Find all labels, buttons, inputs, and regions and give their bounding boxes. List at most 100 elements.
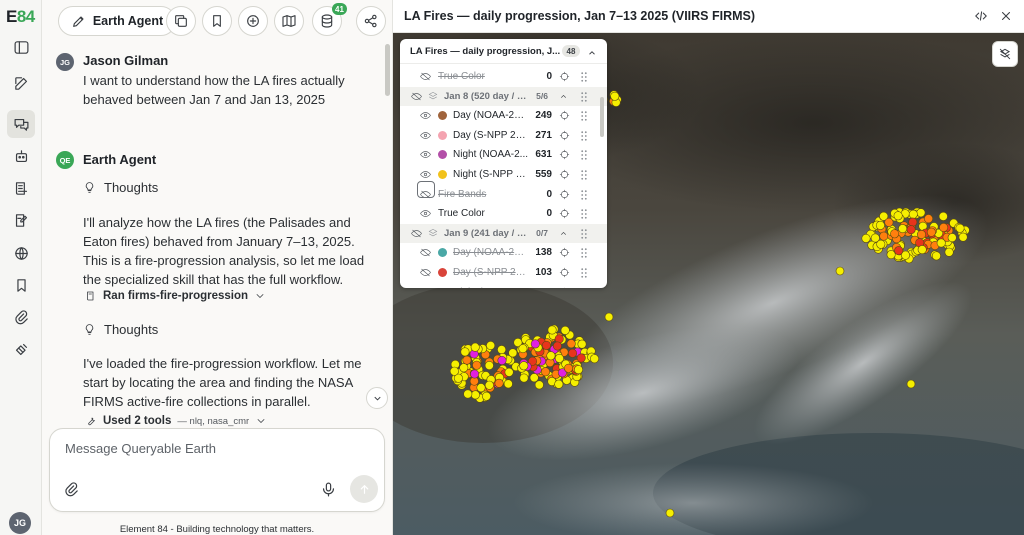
- thoughts-toggle[interactable]: Thoughts: [83, 322, 158, 337]
- zoom-to-layer-icon[interactable]: [559, 130, 570, 141]
- eye-off-icon[interactable]: [411, 229, 422, 238]
- layer-name: Day (NOAA-20 ...: [453, 247, 529, 259]
- paperclip-icon[interactable]: [9, 305, 33, 329]
- send-button[interactable]: [350, 475, 378, 503]
- eye-icon[interactable]: [420, 111, 431, 120]
- layer-feature-count: 0: [546, 208, 552, 220]
- layer-row[interactable]: Day (S-NPP 20:... 103: [400, 263, 607, 283]
- eye-icon[interactable]: [420, 150, 431, 159]
- message-input[interactable]: [65, 441, 365, 456]
- zoom-to-layer-icon[interactable]: [559, 71, 570, 82]
- tool-run-firms[interactable]: Ran firms-fire-progression: [85, 290, 266, 302]
- bookmark-icon[interactable]: [9, 273, 33, 297]
- globe-icon[interactable]: [9, 241, 33, 265]
- fire-detection-point: [955, 223, 965, 233]
- eye-off-icon[interactable]: [411, 92, 422, 101]
- agent-selector-button[interactable]: Earth Agent: [58, 6, 176, 36]
- fire-detection-point: [610, 91, 620, 101]
- drag-handle-icon[interactable]: [581, 248, 587, 259]
- eye-icon[interactable]: [420, 131, 431, 140]
- layer-row[interactable]: Night (S-NPP 10...93: [400, 283, 607, 288]
- layer-row[interactable]: True Color 0: [400, 67, 607, 87]
- copy-button[interactable]: [166, 6, 196, 36]
- microphone-icon: [322, 482, 335, 497]
- layer-panel: LA Fires — daily progression, J... 48 Tr…: [400, 39, 607, 288]
- drag-handle-icon[interactable]: [581, 91, 587, 102]
- eye-off-icon[interactable]: [420, 72, 431, 81]
- chevron-up-icon: [589, 51, 595, 55]
- chevron-down-icon: [257, 419, 265, 423]
- thoughts-toggle[interactable]: Thoughts: [83, 180, 158, 195]
- zoom-to-layer-icon[interactable]: [559, 149, 570, 160]
- fire-detection-point: [958, 232, 968, 242]
- user-avatar[interactable]: JG: [9, 512, 31, 534]
- layer-row[interactable]: Night (NOAA-2... 631: [400, 145, 607, 165]
- fire-detection-point: [870, 233, 880, 243]
- fire-detection-point: [546, 351, 556, 361]
- drag-handle-icon[interactable]: [581, 131, 587, 141]
- drag-handle-icon[interactable]: [581, 72, 587, 82]
- eye-off-icon[interactable]: [420, 248, 431, 257]
- code-view-button[interactable]: [973, 8, 989, 24]
- share-button[interactable]: [356, 6, 386, 36]
- zoom-to-layer-icon[interactable]: [559, 169, 570, 180]
- satellite-icon[interactable]: [9, 337, 33, 361]
- eye-icon[interactable]: [420, 209, 431, 218]
- arrow-up-icon: [360, 484, 368, 494]
- message-list[interactable]: JG Jason Gilman I want to understand how…: [42, 44, 382, 429]
- fire-detection-point: [484, 380, 494, 390]
- layer-row[interactable]: Day (NOAA-20 ... 138: [400, 243, 607, 263]
- map-header: LA Fires — daily progression, Jan 7–13 2…: [393, 0, 1024, 33]
- drag-handle-icon[interactable]: [581, 229, 587, 239]
- notes-icon[interactable]: [9, 208, 33, 232]
- eye-off-icon[interactable]: [420, 268, 431, 277]
- layer-row[interactable]: True Color 0: [400, 204, 607, 224]
- share-icon: [364, 14, 377, 28]
- eye-icon[interactable]: [420, 170, 431, 179]
- drag-handle-icon[interactable]: [581, 111, 587, 121]
- new-chat-button[interactable]: [238, 6, 268, 36]
- sidebar-icon[interactable]: [9, 35, 33, 59]
- zoom-to-layer-icon[interactable]: [559, 247, 570, 258]
- close-map-button[interactable]: [998, 8, 1014, 24]
- tool-used-2-tools[interactable]: Used 2 tools — nlq, nasa_cmr: [85, 415, 267, 427]
- layer-feature-count: 138: [535, 247, 552, 259]
- layer-color-swatch: [438, 268, 447, 277]
- edit-icon[interactable]: [9, 71, 33, 95]
- zoom-to-layer-icon[interactable]: [559, 208, 570, 219]
- scroll-to-bottom-button[interactable]: [366, 387, 388, 409]
- layer-group-row[interactable]: Jan 8 (520 day / 1... 5/6: [400, 86, 607, 107]
- map-tools-button[interactable]: [992, 41, 1018, 67]
- drag-handle-icon[interactable]: [581, 170, 587, 180]
- zoom-to-layer-icon[interactable]: [559, 110, 570, 121]
- list-icon[interactable]: [9, 176, 33, 200]
- chevron-up-icon[interactable]: [559, 229, 568, 238]
- layer-panel-header[interactable]: LA Fires — daily progression, J... 48: [400, 39, 607, 64]
- zoom-to-layer-icon[interactable]: [559, 287, 570, 288]
- layer-row[interactable]: Day (NOAA-20 ... 249: [400, 106, 607, 126]
- chevron-down-icon: [373, 396, 381, 401]
- microphone-button[interactable]: [320, 481, 338, 499]
- element84-logo[interactable]: E84: [6, 7, 35, 27]
- zoom-to-layer-icon[interactable]: [559, 189, 570, 200]
- agent-label: Earth Agent: [92, 14, 164, 28]
- drag-handle-icon[interactable]: [581, 189, 587, 200]
- collapse-panel-button[interactable]: [587, 45, 599, 57]
- map-button[interactable]: [274, 6, 304, 36]
- chat-scrollbar[interactable]: [385, 44, 390, 96]
- chat-icon[interactable]: [7, 110, 35, 138]
- drag-handle-icon[interactable]: [581, 209, 587, 219]
- zoom-to-layer-icon[interactable]: [559, 267, 570, 278]
- drag-handle-icon[interactable]: [581, 150, 587, 161]
- layer-group-row[interactable]: Jan 9 (241 day / 5... 0/7: [400, 223, 607, 244]
- chevron-up-icon[interactable]: [559, 92, 568, 101]
- layer-feature-count: 103: [535, 267, 552, 278]
- layer-row[interactable]: Day (S-NPP 20:... 271: [400, 126, 607, 146]
- fire-detection-point: [534, 380, 544, 390]
- layer-list-scrollbar[interactable]: [600, 97, 604, 137]
- robot-icon[interactable]: [9, 144, 33, 168]
- drag-handle-icon[interactable]: [581, 268, 587, 278]
- bookmark-button[interactable]: [202, 6, 232, 36]
- fire-detection-point: [604, 312, 614, 322]
- attach-button[interactable]: [63, 481, 81, 499]
